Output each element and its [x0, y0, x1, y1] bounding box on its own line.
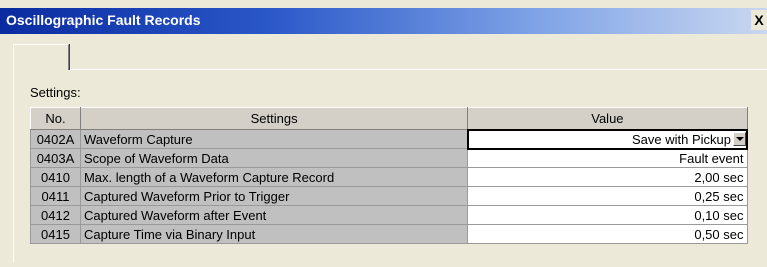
row-setting-name: Captured Waveform after Event	[79, 205, 469, 225]
row-setting-name: Max. length of a Waveform Capture Record	[79, 167, 469, 187]
window-bottom-edge	[0, 262, 767, 267]
dropdown-value: Save with Pickup	[632, 131, 731, 147]
close-button[interactable]: X	[751, 10, 767, 30]
row-setting-name: Waveform Capture	[79, 129, 469, 149]
column-header-value[interactable]: Value	[467, 107, 748, 130]
row-setting-name: Scope of Waveform Data	[79, 148, 469, 168]
row-value[interactable]: 0,25 sec	[467, 186, 748, 206]
row-value[interactable]: Fault event	[467, 148, 748, 168]
table-header-row: No. Settings Value	[30, 107, 748, 130]
panel-border-left	[13, 69, 14, 267]
row-value[interactable]: 0,50 sec	[467, 224, 748, 244]
dialog-window: Oscillographic Fault Records X Settings:…	[0, 0, 767, 267]
settings-table: No. Settings Value 0402A Waveform Captur…	[30, 107, 749, 244]
row-number: 0410	[30, 167, 81, 187]
table-row[interactable]: 0403A Scope of Waveform Data Fault event	[30, 148, 748, 168]
table-row[interactable]: 0402A Waveform Capture Save with Pickup	[30, 128, 749, 150]
waveform-capture-select[interactable]: Save with Pickup	[466, 128, 749, 150]
row-number: 0415	[30, 224, 81, 244]
row-number: 0412	[30, 205, 81, 225]
row-value[interactable]: 0,10 sec	[467, 205, 748, 225]
table-row[interactable]: 0410 Max. length of a Waveform Capture R…	[30, 167, 748, 187]
title-bar[interactable]: Oscillographic Fault Records X	[0, 8, 767, 34]
table-row[interactable]: 0415 Capture Time via Binary Input 0,50 …	[30, 224, 748, 244]
row-setting-name: Capture Time via Binary Input	[79, 224, 469, 244]
table-row[interactable]: 0411 Captured Waveform Prior to Trigger …	[30, 186, 748, 206]
settings-section-label: Settings:	[30, 85, 81, 100]
dropdown-arrow-icon[interactable]	[733, 132, 746, 146]
tab-divider	[70, 69, 767, 70]
window-title: Oscillographic Fault Records	[6, 12, 201, 28]
tab-settings[interactable]	[13, 44, 69, 70]
row-number: 0411	[30, 186, 81, 206]
column-header-no[interactable]: No.	[30, 107, 81, 130]
row-number: 0403A	[30, 148, 81, 168]
row-value[interactable]: 2,00 sec	[467, 167, 748, 187]
column-header-settings[interactable]: Settings	[79, 107, 469, 130]
row-number: 0402A	[30, 129, 81, 149]
table-row[interactable]: 0412 Captured Waveform after Event 0,10 …	[30, 205, 748, 225]
row-setting-name: Captured Waveform Prior to Trigger	[79, 186, 469, 206]
